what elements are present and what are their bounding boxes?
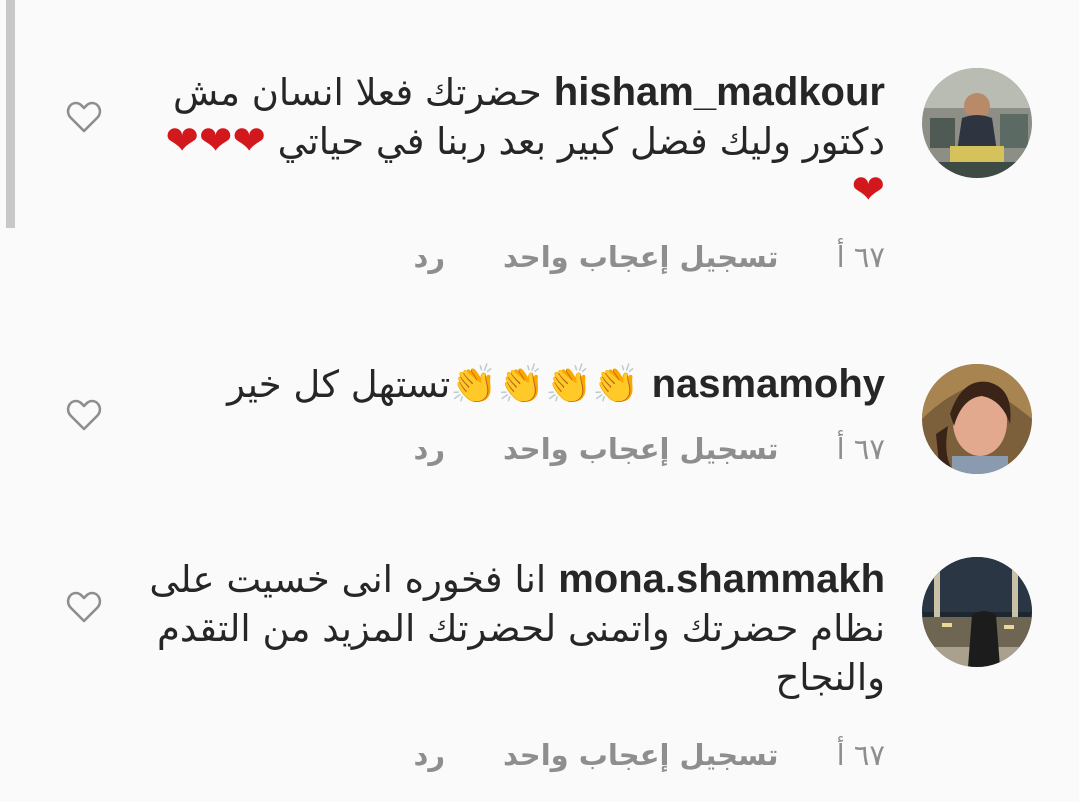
avatar[interactable] xyxy=(922,557,1032,667)
timestamp: ٦٧ أ xyxy=(836,738,885,772)
avatar[interactable] xyxy=(922,68,1032,178)
comment-body: nasmamohy 👏👏👏👏تستهل كل خير xyxy=(145,360,885,409)
timestamp: ٦٧ أ xyxy=(836,240,885,274)
likes-count[interactable]: تسجيل إعجاب واحد xyxy=(503,432,779,466)
timestamp: ٦٧ أ xyxy=(836,432,885,466)
clap-emoji-icon: 👏👏👏👏 xyxy=(450,362,640,406)
comment-body: mona.shammakhانا فخوره انى خسيت على نظام… xyxy=(145,555,885,702)
comment-body: hisham_madkourحضرتك فعلا انسان مش دكتور … xyxy=(145,68,885,215)
scroll-indicator[interactable] xyxy=(6,0,15,228)
comment-meta: ٦٧ أ تسجيل إعجاب واحد رد xyxy=(413,240,885,274)
like-heart-icon[interactable] xyxy=(66,398,102,432)
comment-text: تستهل كل خير xyxy=(227,363,451,406)
username[interactable]: mona.shammakh xyxy=(558,557,885,601)
likes-count[interactable]: تسجيل إعجاب واحد xyxy=(503,240,779,274)
username[interactable]: nasmamohy xyxy=(652,362,885,406)
likes-count[interactable]: تسجيل إعجاب واحد xyxy=(503,738,779,772)
comment-meta: ٦٧ أ تسجيل إعجاب واحد رد xyxy=(413,432,885,466)
reply-button[interactable]: رد xyxy=(413,432,445,466)
avatar[interactable] xyxy=(922,364,1032,474)
like-heart-icon[interactable] xyxy=(66,100,102,134)
username[interactable]: hisham_madkour xyxy=(554,70,885,114)
like-heart-icon[interactable] xyxy=(66,590,102,624)
reply-button[interactable]: رد xyxy=(413,738,445,772)
comment-meta: ٦٧ أ تسجيل إعجاب واحد رد xyxy=(413,738,885,772)
reply-button[interactable]: رد xyxy=(413,240,445,274)
